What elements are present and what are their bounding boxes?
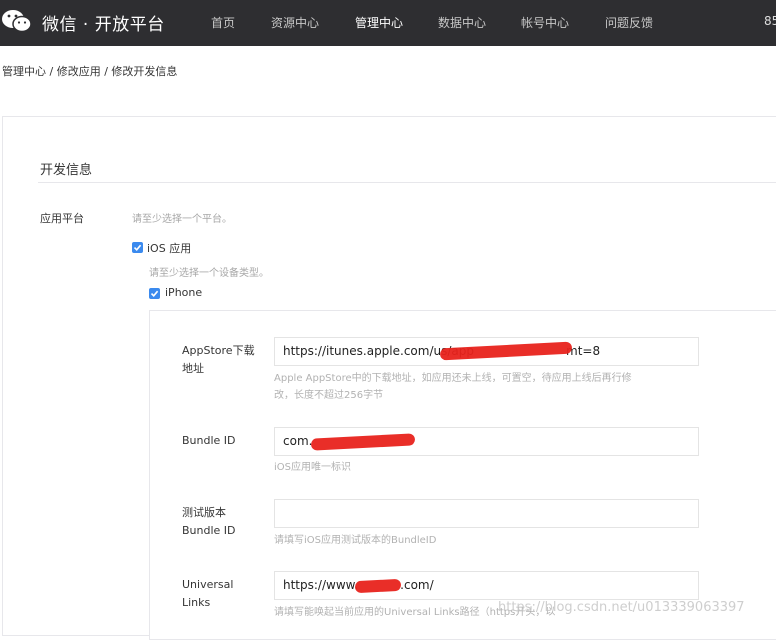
ios-checkbox[interactable]: [132, 242, 143, 253]
top-nav-bar: 微信 · 开放平台 首页 资源中心 管理中心 数据中心 帐号中心 问题反馈 85: [0, 0, 776, 46]
section-title: 开发信息: [40, 163, 93, 178]
universal-links-input[interactable]: https://www. .com/: [274, 571, 699, 600]
test-bundle-id-input[interactable]: [274, 499, 699, 528]
bundle-id-hint: iOS应用唯一标识: [274, 462, 351, 473]
device-hint: 请至少选择一个设备类型。: [149, 268, 269, 279]
test-bundle-id-label-line2: Bundle ID: [182, 524, 236, 537]
nav-resources[interactable]: 资源中心: [271, 14, 319, 31]
nav-data[interactable]: 数据中心: [438, 14, 486, 31]
nav-home[interactable]: 首页: [211, 14, 235, 31]
platform-label: 应用平台: [40, 212, 84, 225]
checkmark-icon: [150, 290, 159, 297]
universal-links-value-prefix: https://www.: [283, 578, 359, 592]
nav-account[interactable]: 帐号中心: [521, 14, 569, 31]
nav-management[interactable]: 管理中心: [355, 14, 403, 31]
appstore-url-hint-line2: 改，长度不超过256字节: [274, 390, 384, 401]
section-divider: [38, 182, 776, 183]
redaction-mark: [354, 578, 402, 594]
wechat-icon[interactable]: [0, 7, 34, 35]
nav-feedback[interactable]: 问题反馈: [605, 14, 653, 31]
appstore-url-label-line1: AppStore下载: [182, 344, 255, 357]
appstore-url-hint-line1: Apple AppStore中的下载地址，如应用还未上线，可置空，待应用上线后再…: [274, 373, 632, 384]
iphone-checkbox-label[interactable]: iPhone: [165, 286, 202, 299]
bundle-id-label: Bundle ID: [182, 434, 236, 447]
universal-links-value-suffix: .com/: [400, 578, 434, 592]
test-bundle-id-hint: 请填写iOS应用测试版本的BundleID: [274, 535, 437, 546]
test-bundle-id-label-line1: 测试版本: [182, 506, 226, 519]
appstore-url-hint: Apple AppStore中的下载地址，如应用还未上线，可置空，待应用上线后再…: [274, 370, 704, 404]
nav-extra-text[interactable]: 85: [764, 14, 776, 28]
checkmark-icon: [133, 244, 142, 251]
bundle-id-value: com.: [283, 434, 313, 448]
universal-links-label-line1: Universal: [182, 578, 234, 591]
site-title[interactable]: 微信 · 开放平台: [42, 10, 165, 35]
iphone-checkbox[interactable]: [149, 288, 160, 299]
universal-links-label-line2: Links: [182, 596, 211, 609]
appstore-url-label-line2: 地址: [182, 362, 204, 375]
appstore-url-label: AppStore下载 地址: [182, 342, 255, 378]
platform-hint: 请至少选择一个平台。: [132, 214, 232, 225]
breadcrumb: 管理中心 / 修改应用 / 修改开发信息: [2, 65, 178, 78]
test-bundle-id-label: 测试版本 Bundle ID: [182, 504, 236, 540]
watermark: https://blog.csdn.net/u013339063397: [498, 600, 745, 615]
ios-checkbox-label[interactable]: iOS 应用: [147, 240, 191, 256]
universal-links-label: Universal Links: [182, 576, 233, 612]
